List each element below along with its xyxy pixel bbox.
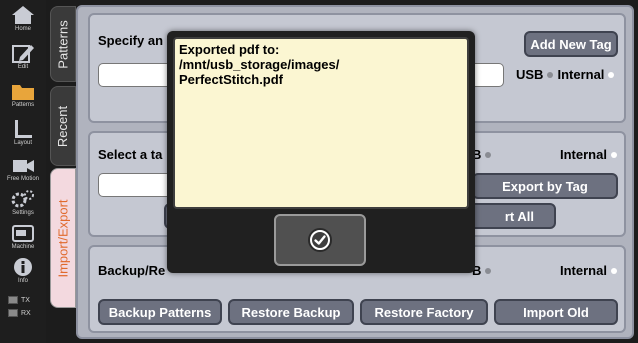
- nav-edit[interactable]: Edit: [4, 42, 42, 74]
- tab-import-export-label: Import/Export: [55, 198, 71, 278]
- nav-layout[interactable]: Layout: [4, 118, 42, 150]
- dialog-message-line1: Exported pdf to:: [179, 42, 280, 57]
- info-icon: [14, 258, 32, 276]
- tab-import-export[interactable]: Import/Export: [50, 168, 76, 308]
- nav-home[interactable]: Home: [4, 4, 42, 36]
- usb-radio-3[interactable]: [485, 267, 492, 274]
- section1-location: USB Internal: [516, 67, 615, 82]
- app-window: Home Edit Patterns Layout Free Motion Se…: [0, 0, 638, 343]
- add-new-tag-button[interactable]: Add New Tag: [524, 31, 618, 57]
- nav-info-label: Info: [17, 278, 28, 284]
- dialog-message-line2: /mnt/usb_storage/images/: [179, 57, 340, 72]
- restore-factory-button[interactable]: Restore Factory: [360, 299, 488, 325]
- nav-patterns[interactable]: Patterns: [4, 80, 42, 112]
- nav-edit-label: Edit: [17, 64, 29, 70]
- dialog-message-area: Exported pdf to: /mnt/usb_storage/images…: [173, 37, 469, 209]
- import-old-button[interactable]: Import Old: [494, 299, 618, 325]
- tab-patterns[interactable]: Patterns: [50, 6, 76, 82]
- tab-recent[interactable]: Recent: [50, 86, 76, 166]
- tx-led: [8, 296, 18, 304]
- nav-layout-label: Layout: [13, 140, 32, 146]
- usb-radio-2[interactable]: [485, 151, 492, 158]
- nav-home-label: Home: [14, 26, 31, 32]
- sewing-machine-icon: [12, 225, 34, 242]
- nav-free-motion-label: Free Motion: [6, 176, 39, 182]
- dialog-message-line3: PerfectStitch.pdf: [179, 72, 284, 87]
- restore-backup-button[interactable]: Restore Backup: [228, 299, 354, 325]
- internal-option[interactable]: Internal: [557, 67, 604, 82]
- tx-indicator: TX: [8, 296, 30, 304]
- internal-radio-3[interactable]: [610, 267, 617, 274]
- tx-label: TX: [21, 296, 30, 304]
- ruler-icon: [15, 120, 32, 138]
- home-icon: [12, 6, 34, 24]
- camera-icon: [13, 160, 34, 172]
- nav-settings[interactable]: Settings: [4, 188, 42, 220]
- rx-indicator: RX: [8, 309, 31, 317]
- export-dialog: Exported pdf to: /mnt/usb_storage/images…: [167, 31, 475, 273]
- nav-patterns-label: Patterns: [11, 102, 35, 108]
- internal-radio-2[interactable]: [610, 151, 617, 158]
- nav-machine-label: Machine: [11, 244, 35, 250]
- section2-title: Select a ta: [98, 147, 163, 162]
- pencil-icon: [12, 45, 34, 63]
- check-circle-icon: [308, 228, 332, 252]
- sidebar-nav: Home Edit Patterns Layout Free Motion Se…: [0, 0, 46, 343]
- folder-icon: [12, 85, 34, 100]
- section2-internal[interactable]: Internal: [560, 147, 617, 162]
- gears-icon: [11, 190, 34, 208]
- tab-patterns-label: Patterns: [55, 19, 71, 69]
- nav-machine[interactable]: Machine: [4, 222, 42, 254]
- internal-option-2: Internal: [560, 147, 607, 162]
- nav-settings-label: Settings: [12, 210, 34, 216]
- internal-radio[interactable]: [608, 71, 615, 78]
- usb-option[interactable]: USB: [516, 67, 543, 82]
- export-by-tag-button[interactable]: Export by Tag: [472, 173, 618, 199]
- section1-title: Specify an: [98, 33, 164, 48]
- nav-info[interactable]: Info: [4, 256, 42, 288]
- rx-label: RX: [21, 309, 31, 317]
- nav-free-motion[interactable]: Free Motion: [4, 154, 42, 186]
- internal-option-3: Internal: [560, 263, 607, 278]
- export-all-button[interactable]: rt All: [462, 203, 556, 229]
- section3-title: Backup/Re: [98, 263, 166, 278]
- section3-internal[interactable]: Internal: [560, 263, 617, 278]
- tab-recent-label: Recent: [55, 105, 71, 147]
- usb-radio[interactable]: [547, 71, 554, 78]
- dialog-ok-button[interactable]: [274, 214, 366, 266]
- backup-patterns-button[interactable]: Backup Patterns: [98, 299, 222, 325]
- rx-led: [8, 309, 18, 317]
